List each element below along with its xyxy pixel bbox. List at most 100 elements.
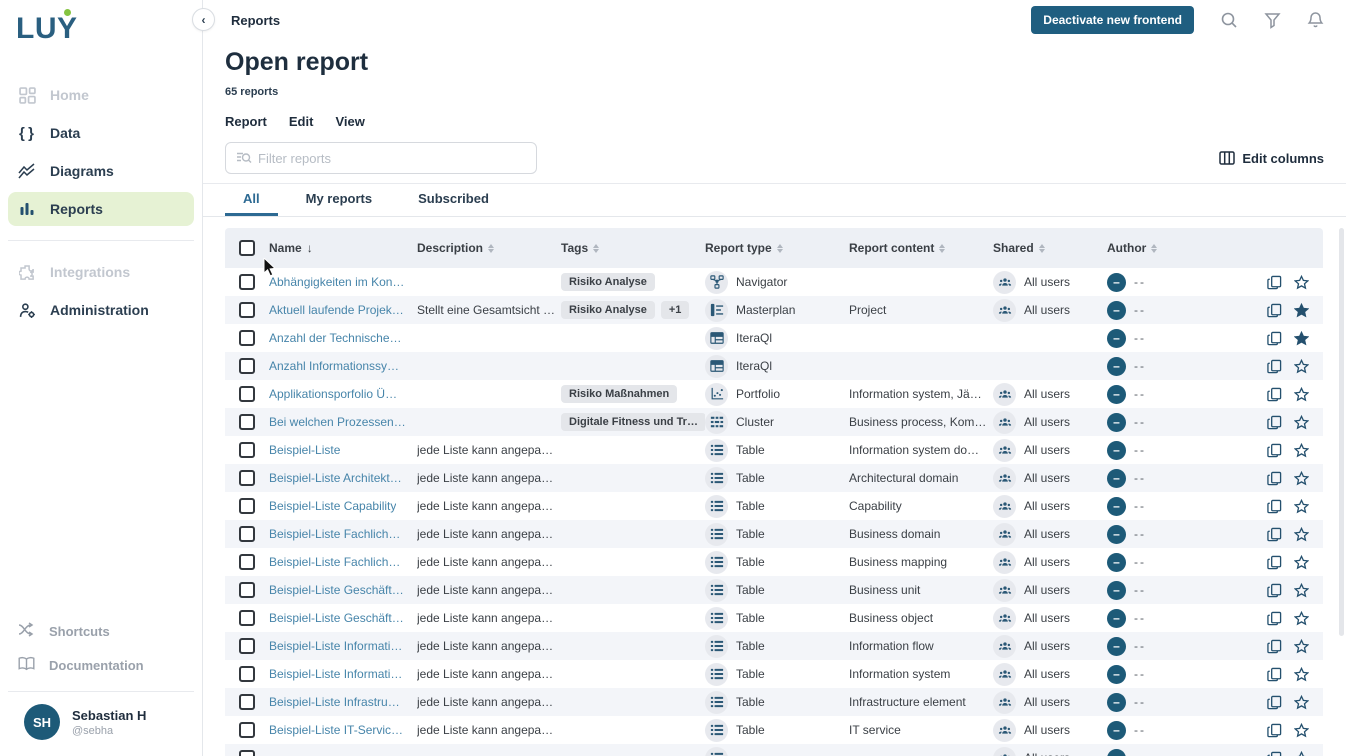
sidebar-item-shortcuts[interactable]: Shortcuts	[8, 615, 194, 647]
report-name-link[interactable]: Beispiel-Liste Geschäft…	[269, 583, 404, 597]
report-name-link[interactable]: Anzahl Informationssy…	[269, 359, 399, 373]
row-checkbox[interactable]	[239, 694, 255, 710]
copy-icon[interactable]	[1267, 527, 1282, 542]
report-name-link[interactable]: Beispiel-Liste Geschäft…	[269, 611, 404, 625]
report-name-link[interactable]: Bei welchen Prozessen…	[269, 415, 406, 429]
vertical-scrollbar[interactable]	[1339, 228, 1344, 636]
star-icon[interactable]	[1294, 331, 1309, 346]
copy-icon[interactable]	[1267, 499, 1282, 514]
sidebar-collapse-button[interactable]: ‹	[192, 8, 215, 31]
row-checkbox[interactable]	[239, 638, 255, 654]
copy-icon[interactable]	[1267, 443, 1282, 458]
column-header-name[interactable]: Name↓	[269, 228, 417, 268]
sidebar-item-reports[interactable]: Reports	[8, 192, 194, 226]
row-checkbox[interactable]	[239, 442, 255, 458]
star-icon[interactable]	[1294, 555, 1309, 570]
luy-logo[interactable]: LUY	[0, 0, 90, 64]
menu-report[interactable]: Report	[225, 114, 267, 129]
copy-icon[interactable]	[1267, 275, 1282, 290]
column-header-report-type[interactable]: Report type	[705, 228, 849, 268]
star-icon[interactable]	[1294, 275, 1309, 290]
report-name-link[interactable]: Beispiel-Liste Fachlich…	[269, 555, 400, 569]
row-checkbox[interactable]	[239, 666, 255, 682]
tab-subscribed[interactable]: Subscribed	[400, 184, 507, 216]
star-icon[interactable]	[1294, 471, 1309, 486]
column-header-report-content[interactable]: Report content	[849, 228, 993, 268]
copy-icon[interactable]	[1267, 331, 1282, 346]
column-header-shared[interactable]: Shared	[993, 228, 1107, 268]
copy-icon[interactable]	[1267, 303, 1282, 318]
column-header-tags[interactable]: Tags	[561, 228, 705, 268]
sidebar-item-integrations[interactable]: Integrations	[8, 255, 194, 289]
row-checkbox[interactable]	[239, 610, 255, 626]
column-header-description[interactable]: Description	[417, 228, 561, 268]
menu-edit[interactable]: Edit	[289, 114, 314, 129]
report-name-link[interactable]: Aktuell laufende Projek…	[269, 303, 404, 317]
row-checkbox[interactable]	[239, 414, 255, 430]
row-checkbox[interactable]	[239, 554, 255, 570]
column-header-author[interactable]: Author	[1107, 228, 1251, 268]
row-checkbox[interactable]	[239, 330, 255, 346]
star-icon[interactable]	[1294, 639, 1309, 654]
star-icon[interactable]	[1294, 415, 1309, 430]
report-name-link[interactable]: Beispiel-Liste Infrastru…	[269, 695, 400, 709]
row-checkbox[interactable]	[239, 302, 255, 318]
copy-icon[interactable]	[1267, 639, 1282, 654]
sidebar-item-administration[interactable]: Administration	[8, 293, 194, 327]
notifications-bell-icon[interactable]	[1307, 11, 1324, 29]
copy-icon[interactable]	[1267, 359, 1282, 374]
report-name-link[interactable]: Applikationsporfolio Ü…	[269, 387, 397, 401]
star-icon[interactable]	[1294, 751, 1309, 756]
report-name-link[interactable]: Beispiel-Liste IT-Servic…	[269, 723, 403, 737]
report-name-link[interactable]: Beispiel-Liste Informati…	[269, 667, 402, 681]
copy-icon[interactable]	[1267, 555, 1282, 570]
star-icon[interactable]	[1294, 667, 1309, 682]
report-name-link[interactable]: Beispiel-Liste Capability	[269, 499, 396, 513]
star-icon[interactable]	[1294, 499, 1309, 514]
sidebar-item-diagrams[interactable]: Diagrams	[8, 154, 194, 188]
star-icon[interactable]	[1294, 303, 1309, 318]
row-checkbox[interactable]	[239, 358, 255, 374]
star-icon[interactable]	[1294, 359, 1309, 374]
star-icon[interactable]	[1294, 723, 1309, 738]
select-all-checkbox[interactable]	[239, 240, 255, 256]
report-name-link[interactable]: Beispiel-Liste Informati…	[269, 639, 402, 653]
sidebar-item-home[interactable]: Home	[8, 78, 194, 112]
deactivate-frontend-button[interactable]: Deactivate new frontend	[1031, 6, 1194, 34]
star-icon[interactable]	[1294, 611, 1309, 626]
report-name-link[interactable]: Abhängigkeiten im Kon…	[269, 275, 404, 289]
row-checkbox[interactable]	[239, 582, 255, 598]
row-checkbox[interactable]	[239, 386, 255, 402]
star-icon[interactable]	[1294, 443, 1309, 458]
copy-icon[interactable]	[1267, 471, 1282, 486]
report-name-link[interactable]: Anzahl der Technische…	[269, 331, 402, 345]
sidebar-item-documentation[interactable]: Documentation	[8, 649, 194, 681]
user-profile[interactable]: SH Sebastian H @sebha	[8, 691, 194, 756]
filter-icon[interactable]	[1264, 12, 1281, 29]
copy-icon[interactable]	[1267, 583, 1282, 598]
copy-icon[interactable]	[1267, 667, 1282, 682]
tab-my-reports[interactable]: My reports	[288, 184, 390, 216]
report-name-link[interactable]: Beispiel-Liste Fachlich…	[269, 527, 400, 541]
filter-reports-input[interactable]	[258, 151, 526, 166]
copy-icon[interactable]	[1267, 415, 1282, 430]
copy-icon[interactable]	[1267, 387, 1282, 402]
star-icon[interactable]	[1294, 387, 1309, 402]
row-checkbox[interactable]	[239, 722, 255, 738]
star-icon[interactable]	[1294, 527, 1309, 542]
copy-icon[interactable]	[1267, 723, 1282, 738]
row-checkbox[interactable]	[239, 274, 255, 290]
tab-all[interactable]: All	[225, 184, 278, 216]
report-name-link[interactable]: Beispiel-Liste	[269, 443, 340, 457]
search-icon[interactable]	[1220, 11, 1238, 29]
row-checkbox[interactable]	[239, 750, 255, 756]
sidebar-item-data[interactable]: { } Data	[8, 116, 194, 150]
star-icon[interactable]	[1294, 583, 1309, 598]
copy-icon[interactable]	[1267, 695, 1282, 710]
star-icon[interactable]	[1294, 695, 1309, 710]
row-checkbox[interactable]	[239, 526, 255, 542]
report-name-link[interactable]: Beispiel-Liste Architekt…	[269, 471, 402, 485]
copy-icon[interactable]	[1267, 751, 1282, 756]
row-checkbox[interactable]	[239, 498, 255, 514]
copy-icon[interactable]	[1267, 611, 1282, 626]
